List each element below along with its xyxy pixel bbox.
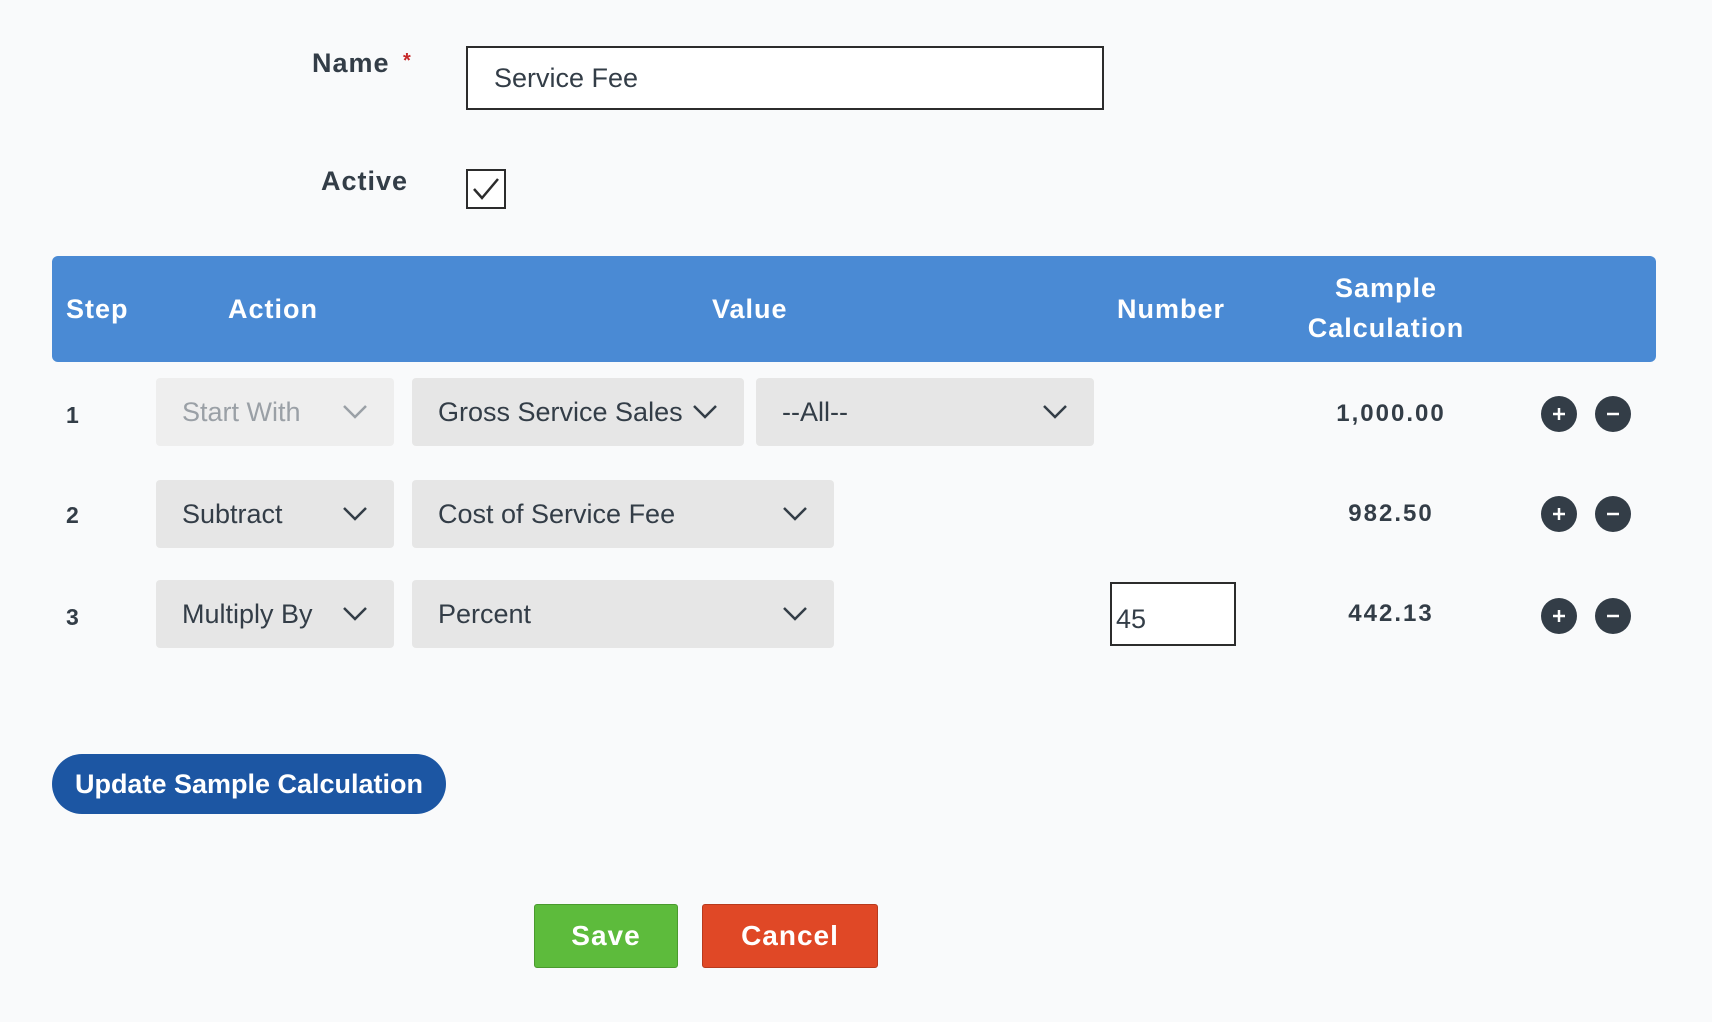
row-3-value-select[interactable]: Percent: [412, 580, 834, 648]
row-1-value-select[interactable]: Gross Service Sales: [412, 378, 744, 446]
active-label: Active: [321, 166, 409, 196]
plus-icon: [1553, 610, 1565, 622]
check-icon: [473, 178, 499, 200]
chevron-down-icon: [342, 404, 368, 420]
row-2-value-select[interactable]: Cost of Service Fee: [412, 480, 834, 548]
row-2-step: 2: [66, 502, 79, 528]
row-2-action-value: Subtract: [182, 498, 283, 529]
row-1-action-select: Start With: [156, 378, 394, 446]
name-input[interactable]: [466, 46, 1104, 110]
save-button[interactable]: Save: [534, 904, 678, 968]
header-number: Number: [1117, 294, 1226, 324]
header-step: Step: [66, 294, 129, 324]
row-1-value-text: Gross Service Sales: [438, 396, 683, 427]
row-1-action-value: Start With: [182, 396, 301, 427]
row-3-sample-calculation: 442.13: [1348, 600, 1434, 627]
row-2-remove-button[interactable]: [1595, 496, 1631, 532]
row-1-sample-calculation: 1,000.00: [1336, 400, 1446, 427]
cancel-button[interactable]: Cancel: [702, 904, 878, 968]
header-sample-line2: Calculation: [1307, 313, 1465, 343]
required-marker: *: [403, 50, 411, 72]
plus-icon: [1553, 508, 1565, 520]
chevron-down-icon: [1042, 404, 1068, 420]
chevron-down-icon: [692, 404, 718, 420]
row-3-step: 3: [66, 604, 79, 630]
chevron-down-icon: [782, 606, 808, 622]
row-2-add-button[interactable]: [1541, 496, 1577, 532]
header-sample-line1: Sample: [1334, 273, 1438, 303]
table-header: Step Action Value Number Sample Calculat…: [52, 256, 1656, 362]
row-1-remove-button[interactable]: [1595, 396, 1631, 432]
minus-icon: [1607, 412, 1619, 416]
row-3-add-button[interactable]: [1541, 598, 1577, 634]
row-3-action-select[interactable]: Multiply By: [156, 580, 394, 648]
header-value: Value: [712, 294, 788, 324]
chevron-down-icon: [782, 506, 808, 522]
row-3-action-value: Multiply By: [182, 598, 313, 629]
row-3-value-text: Percent: [438, 598, 532, 629]
header-action: Action: [228, 294, 318, 324]
row-1-add-button[interactable]: [1541, 396, 1577, 432]
minus-icon: [1607, 512, 1619, 516]
rule-editor-page: Name * Active Step Action Value Number S…: [0, 0, 1712, 1022]
update-sample-calculation-button[interactable]: Update Sample Calculation: [52, 754, 446, 814]
row-2-sample-calculation: 982.50: [1348, 500, 1434, 527]
row-3-remove-button[interactable]: [1595, 598, 1631, 634]
row-2-value-text: Cost of Service Fee: [438, 498, 676, 529]
chevron-down-icon: [342, 606, 368, 622]
row-2-action-select[interactable]: Subtract: [156, 480, 394, 548]
row-1-step: 1: [66, 402, 79, 428]
chevron-down-icon: [342, 506, 368, 522]
row-1-value2-select[interactable]: --All--: [756, 378, 1094, 446]
minus-icon: [1607, 614, 1619, 618]
row-3-number-input[interactable]: [1110, 582, 1236, 646]
plus-icon: [1553, 408, 1565, 420]
name-label: Name: [312, 48, 390, 78]
active-checkbox[interactable]: [466, 169, 506, 209]
row-1-value2-text: --All--: [782, 396, 848, 427]
